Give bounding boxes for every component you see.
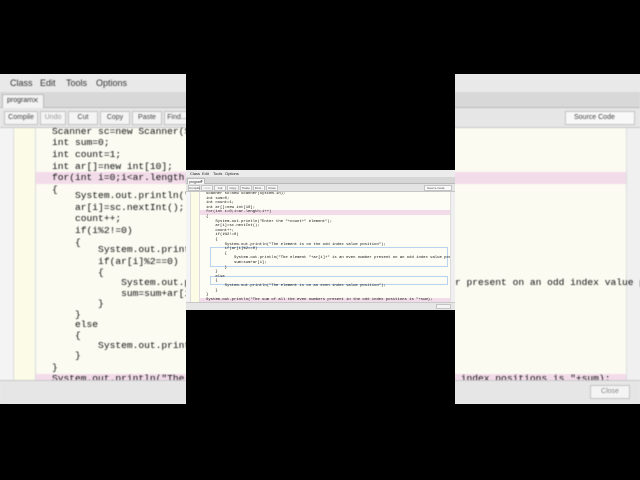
- background-editor-right: Source Code System.out.println("The elem…: [455, 74, 640, 404]
- tabbar: program ✕: [186, 177, 455, 184]
- bg-close-icon: ✕: [32, 96, 39, 105]
- bg-line-highlight: [455, 172, 626, 184]
- bg-menu-tools: Tools: [66, 78, 88, 88]
- bg-code-line: if(i%2!=0): [52, 225, 133, 236]
- bg-code-line: System.out.println("Enter the "+count+" …: [75, 190, 186, 201]
- menu-tools[interactable]: Tools: [213, 171, 222, 176]
- paste-button[interactable]: Paste: [240, 185, 252, 191]
- bg-paste-button: Paste: [132, 111, 162, 125]
- bg-menubar: [455, 74, 640, 92]
- bg-code-line: }: [52, 298, 104, 309]
- bg-code-line: else: [52, 319, 99, 330]
- source-code-select[interactable]: Source Code: [424, 185, 452, 191]
- bg-tabbar: [455, 92, 640, 108]
- bg-footer: Close: [455, 380, 640, 404]
- bg-footer: Close: [0, 380, 186, 404]
- compile-button[interactable]: Compile: [188, 185, 200, 191]
- bg-menu-options: Options: [96, 78, 128, 88]
- code-editor[interactable]: Scanner sc=new Scanner(System.in); int s…: [200, 192, 450, 302]
- scope-gutter: [191, 192, 200, 302]
- bg-code-line: ar[i]=sc.nextInt();: [52, 202, 185, 213]
- menu-options[interactable]: Options: [225, 171, 239, 176]
- code-line: for(int i=0;i<ar.length;i++): [206, 210, 272, 215]
- vertical-scrollbar[interactable]: [450, 192, 455, 302]
- bg-undo-button: Undo: [40, 111, 66, 125]
- menubar: Class Edit Tools Options: [186, 170, 455, 177]
- bg-scrollbar: [626, 128, 640, 404]
- bg-cut-button: Cut: [68, 111, 98, 125]
- bg-code-line: System.out.println("The element "+ar[i]+…: [121, 277, 186, 288]
- bg-tabbar: program ✕: [0, 92, 186, 108]
- bg-code-area: [455, 128, 626, 404]
- bg-code-line: int ar[]=new int[10];: [52, 161, 173, 172]
- toolbar: Compile Undo Cut Copy Paste Find... Clos…: [186, 184, 455, 192]
- menu-class[interactable]: Class: [190, 171, 200, 176]
- editor-window: Class Edit Tools Options program ✕ Compi…: [186, 170, 455, 310]
- bg-find-button: Find...: [164, 111, 186, 125]
- bg-code-line: }: [52, 362, 58, 373]
- menu-edit[interactable]: Edit: [202, 171, 209, 176]
- bg-toolbar: Compile Undo Cut Copy Paste Find... Sour…: [0, 108, 186, 128]
- copy-button[interactable]: Copy: [227, 185, 239, 191]
- bg-toolbar: Source Code: [455, 108, 640, 128]
- cut-button[interactable]: Cut: [214, 185, 226, 191]
- bg-compile-button: Compile: [4, 111, 38, 125]
- bg-code-line: System.out.println("The element is on th…: [98, 244, 186, 255]
- bg-menu-edit: Edit: [40, 78, 56, 88]
- footer-close-button[interactable]: [436, 304, 451, 309]
- bg-menu-class: Class: [10, 78, 33, 88]
- bg-tab-label: program: [7, 97, 34, 104]
- close-button[interactable]: Close: [266, 185, 278, 191]
- bg-gutter: [0, 128, 14, 404]
- bg-menubar: Class Edit Tools Options: [0, 74, 186, 92]
- bg-close-button: Close: [590, 385, 630, 399]
- status-footer: [186, 302, 455, 310]
- bg-tab-program: program ✕: [2, 94, 44, 108]
- bg-code-line: }: [52, 350, 81, 361]
- bg-code-line: if(ar[i]%2==0): [52, 256, 179, 267]
- code-line: System.out.println("The element is on an…: [206, 284, 386, 288]
- bg-source-select: Source Code: [565, 111, 635, 125]
- undo-button[interactable]: Undo: [201, 185, 213, 191]
- bg-copy-button: Copy: [100, 111, 130, 125]
- bg-code-line: int sum=0;: [52, 137, 110, 148]
- find-button[interactable]: Find...: [253, 185, 265, 191]
- close-icon[interactable]: ✕: [200, 179, 203, 183]
- background-editor-left: Class Edit Tools Options program ✕ Compi…: [0, 74, 186, 404]
- bg-code-line: for(int i=0;i<ar.length;i++): [52, 172, 186, 183]
- bg-code-line: int count=1;: [52, 149, 122, 160]
- bg-code-line: System.out.println("The element "+ar[i]+…: [455, 277, 640, 288]
- bg-code-line: count++;: [52, 213, 122, 224]
- bg-code-line: Scanner sc=new Scanner(System.in);: [52, 126, 186, 137]
- bg-scope-gutter: [14, 128, 36, 404]
